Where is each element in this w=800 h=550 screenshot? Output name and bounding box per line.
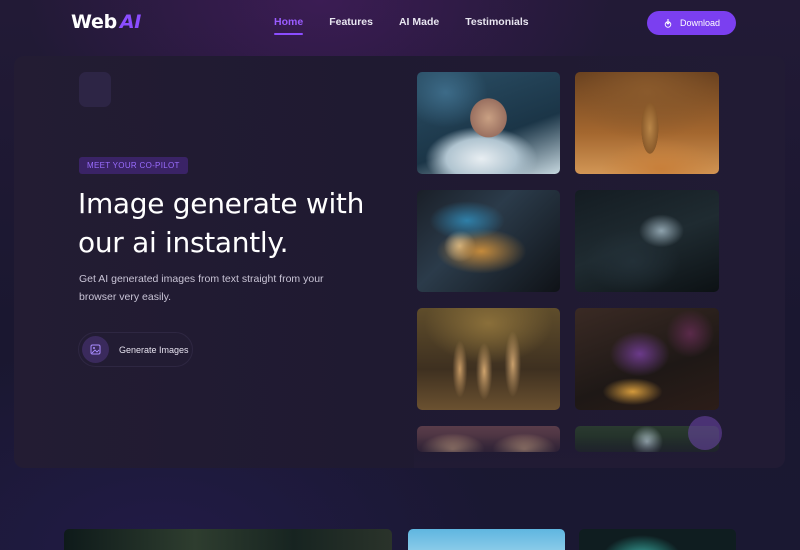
nav-testimonials[interactable]: Testimonials (465, 16, 528, 28)
gallery-fade (414, 436, 724, 468)
generate-images-button[interactable]: Generate Images (78, 332, 193, 367)
logo-accent: AI (119, 11, 142, 33)
preview-image-sky (408, 529, 565, 550)
decorative-square (79, 72, 111, 107)
download-label: Download (679, 18, 721, 28)
meerkat-image (575, 72, 719, 174)
nav-ai-made[interactable]: AI Made (399, 16, 439, 28)
image-icon (82, 336, 109, 363)
main-nav: Home Features AI Made Testimonials (274, 16, 529, 35)
logo-text: Web (71, 11, 117, 33)
preview-image-creature (579, 529, 736, 550)
nav-features[interactable]: Features (329, 16, 373, 28)
preview-image-forest (64, 529, 392, 550)
download-button[interactable]: Download (647, 11, 736, 35)
site-header: Web AI Home Features AI Made Testimonials… (0, 0, 800, 46)
hero-description: Get AI generated images from text straig… (79, 273, 324, 303)
hero-section: MEET YOUR CO-PILOT Image generate with o… (14, 56, 785, 468)
meerkats-group-image (417, 308, 560, 410)
generate-images-label: Generate Images (119, 344, 189, 355)
download-icon (664, 19, 672, 28)
scroll-to-top-button[interactable] (688, 416, 722, 450)
hero-badge: MEET YOUR CO-PILOT (79, 157, 188, 174)
butterfly-image (417, 190, 560, 292)
purple-dragon-image (575, 308, 719, 410)
dark-dragon-image (575, 190, 719, 292)
logo[interactable]: Web AI (71, 11, 141, 33)
boy-in-clouds-image (417, 72, 560, 174)
nav-home[interactable]: Home (274, 16, 304, 35)
hero-title: Image generate with our ai instantly. (78, 187, 365, 259)
